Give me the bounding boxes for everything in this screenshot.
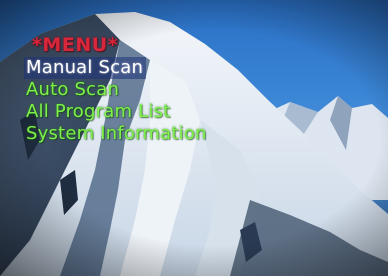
menu-item-auto-scan[interactable]: Auto Scan [26, 79, 266, 101]
menu-item-all-program-list[interactable]: All Program List [26, 101, 266, 123]
menu-item-manual-scan-row[interactable]: Manual Scan [24, 57, 266, 79]
menu-title: *MENU* [32, 34, 119, 56]
osd-menu: *MENU* Manual Scan Auto Scan All Program… [24, 34, 266, 145]
tv-screen: *MENU* Manual Scan Auto Scan All Program… [0, 0, 388, 276]
menu-item-manual-scan[interactable]: Manual Scan [24, 57, 147, 79]
menu-item-system-information[interactable]: System Information [26, 123, 266, 145]
